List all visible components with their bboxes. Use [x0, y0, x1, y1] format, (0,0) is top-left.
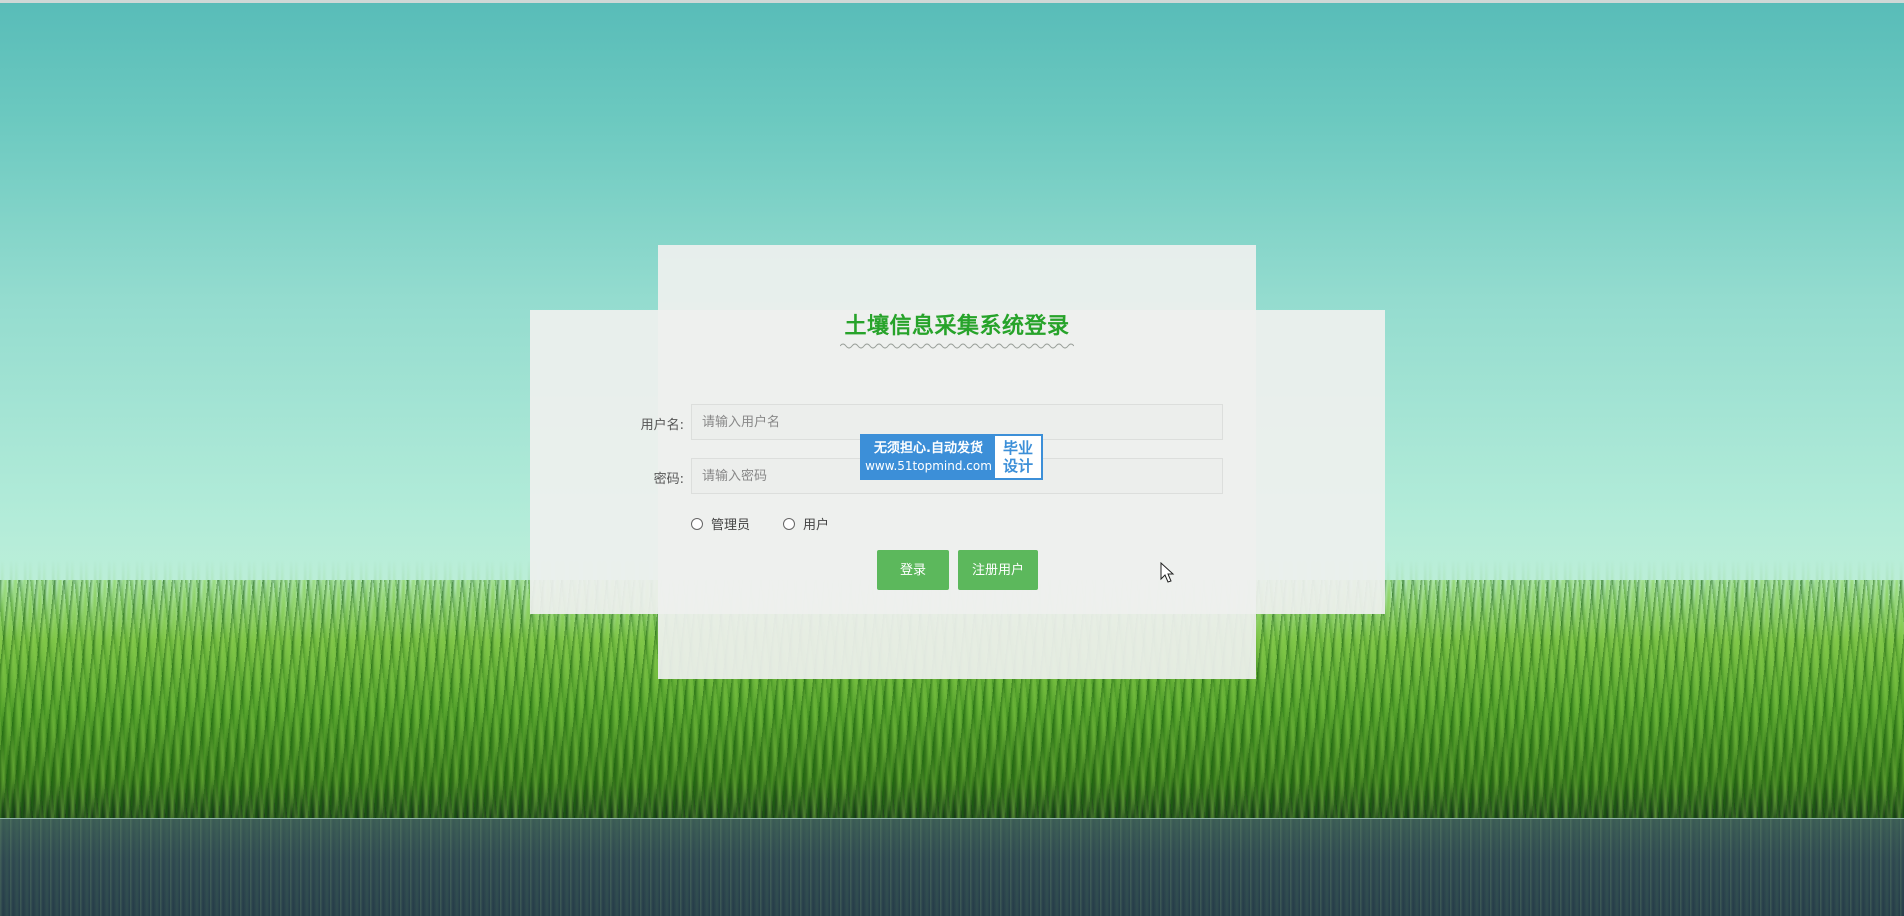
login-title: 土壤信息采集系统登录 — [844, 314, 1070, 339]
password-label: 密码: — [653, 472, 684, 487]
watermark-badge: 无须担心.自动发货 www.51topmind.com 毕业 设计 — [860, 434, 1043, 480]
role-admin-option[interactable]: 管理员 — [691, 514, 750, 533]
watermark-right-top: 毕业 — [1002, 439, 1033, 457]
title-wave-divider — [840, 343, 1074, 349]
register-button[interactable]: 注册用户 — [958, 550, 1038, 590]
role-admin-radio[interactable] — [691, 517, 703, 530]
username-label: 用户名: — [640, 418, 684, 433]
watermark-right-bottom: 设计 — [1002, 457, 1033, 475]
role-admin-label: 管理员 — [711, 518, 751, 533]
watermark-badge-left: 无须担心.自动发货 www.51topmind.com — [862, 436, 995, 478]
login-button[interactable]: 登录 — [877, 550, 949, 590]
water-reflection-background — [0, 818, 1904, 916]
top-border — [0, 0, 1904, 3]
mouse-pointer-icon — [1160, 562, 1175, 583]
role-user-radio[interactable] — [783, 517, 795, 530]
watermark-line1: 无须担心.自动发货 — [874, 441, 983, 456]
login-page: 土壤信息采集系统登录 用户名: 密码: 管理员 用户 登录 注册用户 无须担心.… — [0, 0, 1904, 916]
watermark-badge-right: 毕业 设计 — [995, 436, 1041, 478]
role-user-label: 用户 — [803, 518, 830, 533]
role-user-option[interactable]: 用户 — [783, 514, 829, 533]
watermark-line2: www.51topmind.com — [865, 459, 992, 473]
